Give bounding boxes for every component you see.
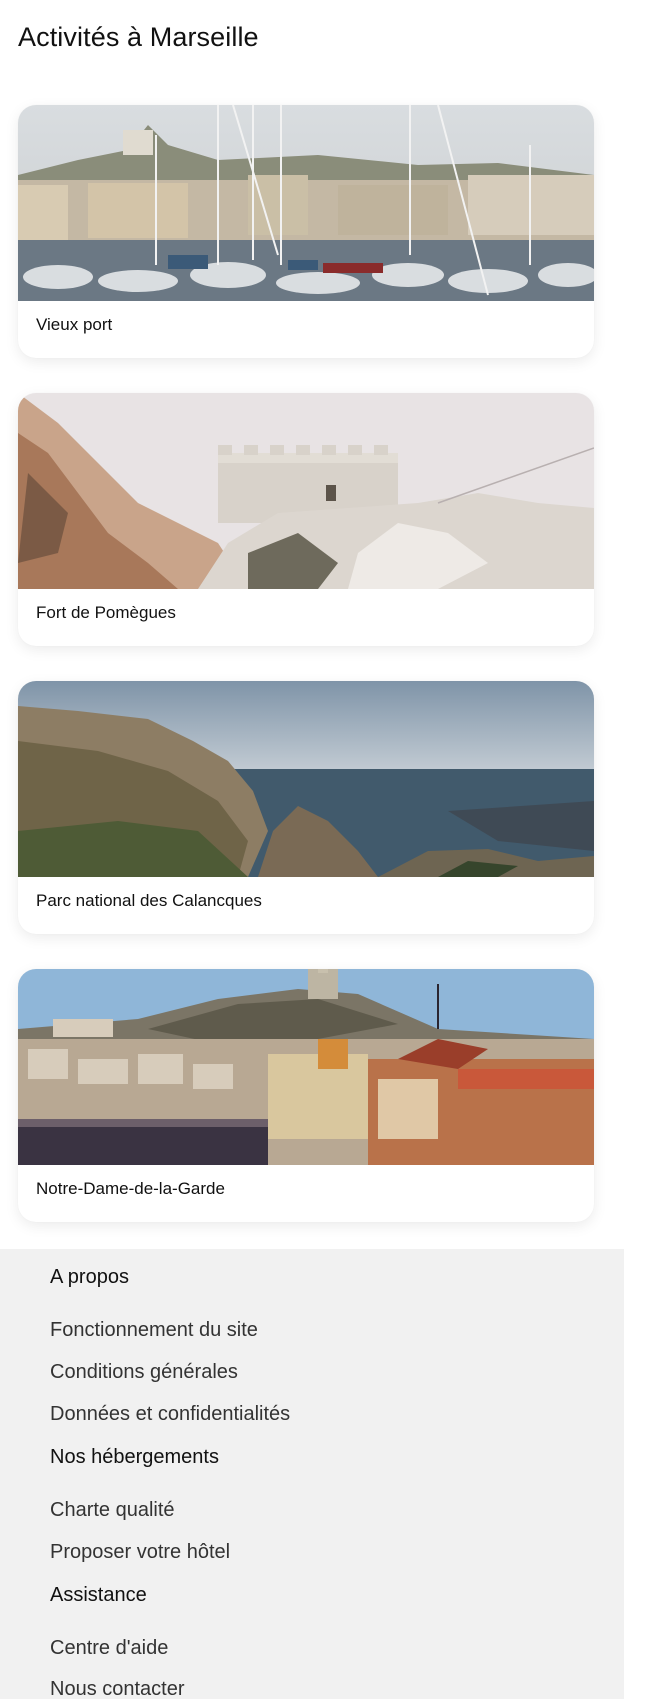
card-label: Vieux port [36, 315, 113, 334]
page-title: Activités à Marseille [18, 22, 259, 52]
footer-link-help-center[interactable]: Centre d'aide [50, 1637, 168, 1660]
footer-heading-lodging: Nos hébergements [50, 1446, 219, 1468]
site-footer: A propos Fonctionnement du site Conditio… [0, 1249, 624, 1699]
activity-card-parc-des-calanques[interactable]: Parc national des Calancques [18, 681, 594, 934]
activity-card-notre-dame-de-la-garde[interactable]: Notre-Dame-de-la-Garde [18, 969, 594, 1222]
card-label: Parc national des Calancques [36, 891, 262, 910]
activity-card-vieux-port[interactable]: Vieux port [18, 105, 594, 358]
fort-de-pomegues-image [18, 393, 594, 589]
notre-dame-de-la-garde-image [18, 969, 594, 1165]
parc-des-calanques-image [18, 681, 594, 877]
footer-link-how-it-works[interactable]: Fonctionnement du site [50, 1319, 258, 1342]
card-label: Fort de Pomègues [36, 603, 176, 622]
footer-link-propose-hotel[interactable]: Proposer votre hôtel [50, 1541, 230, 1564]
footer-link-contact[interactable]: Nous contacter [50, 1678, 185, 1699]
footer-heading-help: Assistance [50, 1584, 147, 1606]
footer-heading-about: A propos [50, 1266, 129, 1288]
footer-link-quality-charter[interactable]: Charte qualité [50, 1499, 175, 1522]
footer-link-privacy[interactable]: Données et confidentialités [50, 1403, 290, 1426]
vieux-port-image [18, 105, 594, 301]
activity-card-fort-de-pomegues[interactable]: Fort de Pomègues [18, 393, 594, 646]
footer-link-terms[interactable]: Conditions générales [50, 1361, 238, 1384]
card-label: Notre-Dame-de-la-Garde [36, 1179, 225, 1198]
